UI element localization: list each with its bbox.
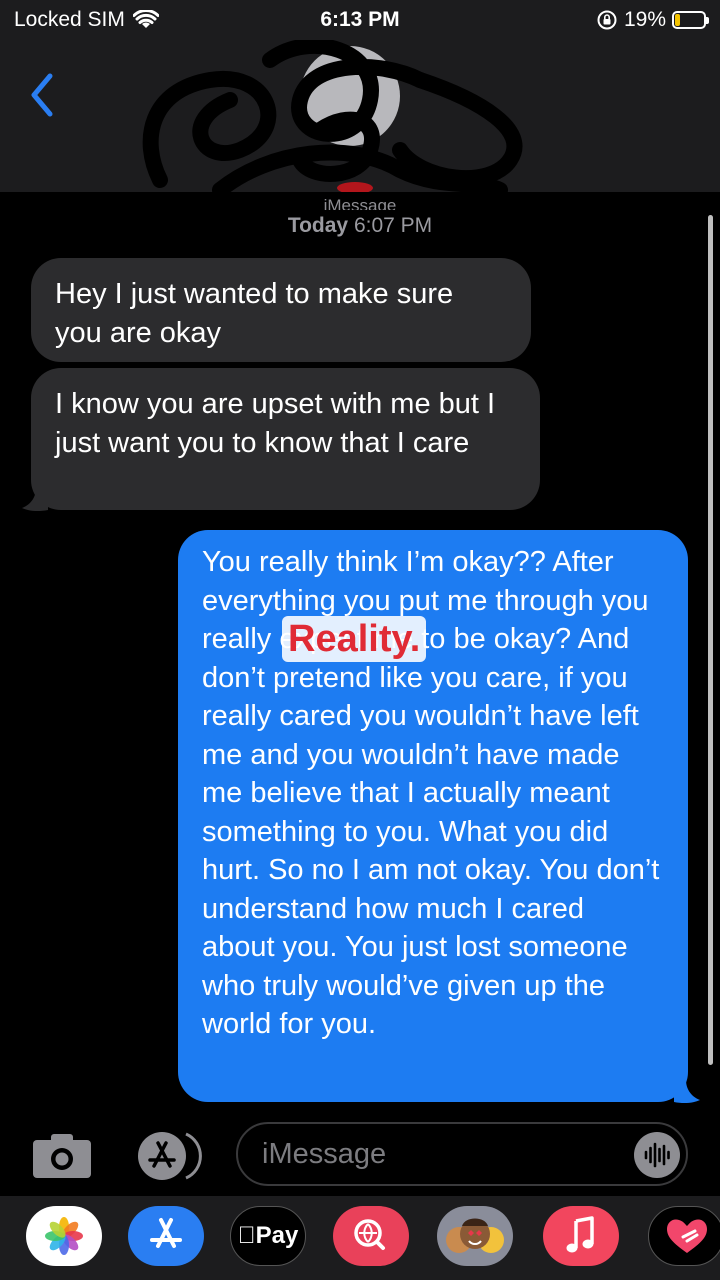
audio-message-button[interactable]	[634, 1132, 680, 1178]
battery-fill	[675, 14, 681, 26]
watermark: Reality.	[282, 616, 427, 662]
back-chevron-icon[interactable]	[26, 70, 56, 120]
service-label: iMessage	[323, 196, 397, 210]
images-search-app[interactable]	[333, 1206, 409, 1266]
message-input[interactable]	[262, 1124, 632, 1184]
status-bar: Locked SIM 6:13 PM 19%	[0, 0, 720, 40]
status-right: 19%	[596, 8, 709, 32]
memoji-app[interactable]	[437, 1206, 513, 1266]
app-store-app[interactable]	[128, 1206, 204, 1266]
apple-logo-icon: 	[238, 1222, 256, 1249]
apple-pay-app[interactable]: Pay	[230, 1206, 306, 1266]
images-search-icon	[354, 1219, 385, 1250]
message-field[interactable]	[236, 1122, 688, 1186]
digital-touch-icon	[667, 1219, 707, 1253]
conversation-timestamp: Today 6:07 PM	[0, 214, 720, 238]
waveform-icon	[644, 1142, 670, 1168]
input-bar	[0, 1110, 720, 1196]
incoming-message[interactable]: Hey I just wanted to make sure you are o…	[31, 258, 531, 362]
music-app[interactable]	[543, 1206, 619, 1266]
incoming-bubble-tail	[22, 488, 48, 512]
orientation-lock-icon	[597, 10, 617, 30]
conversation-header	[0, 40, 720, 192]
music-icon	[566, 1216, 594, 1253]
scroll-indicator[interactable]	[708, 215, 713, 1065]
battery-icon	[672, 11, 709, 29]
apple-pay-label: Pay	[246, 1222, 299, 1249]
timestamp-time: 6:07 PM	[353, 214, 433, 237]
timestamp-day: Today	[287, 214, 349, 237]
camera-icon[interactable]	[31, 1132, 93, 1180]
photos-app[interactable]	[26, 1206, 102, 1266]
outgoing-bubble-tail	[674, 1080, 700, 1104]
app-store-button-icon[interactable]	[132, 1128, 204, 1184]
redaction-scribble	[142, 40, 523, 192]
app-store-icon	[150, 1218, 182, 1248]
incoming-message[interactable]: I know you are upset with me but I just …	[31, 368, 540, 510]
outgoing-message[interactable]: You really think I’m okay?? After everyt…	[178, 530, 688, 1102]
battery-percent: 19%	[623, 8, 666, 31]
memoji-icon	[446, 1218, 504, 1253]
photos-icon	[45, 1217, 83, 1255]
digital-touch-app[interactable]	[648, 1206, 720, 1266]
app-drawer: Pay	[0, 1196, 720, 1280]
